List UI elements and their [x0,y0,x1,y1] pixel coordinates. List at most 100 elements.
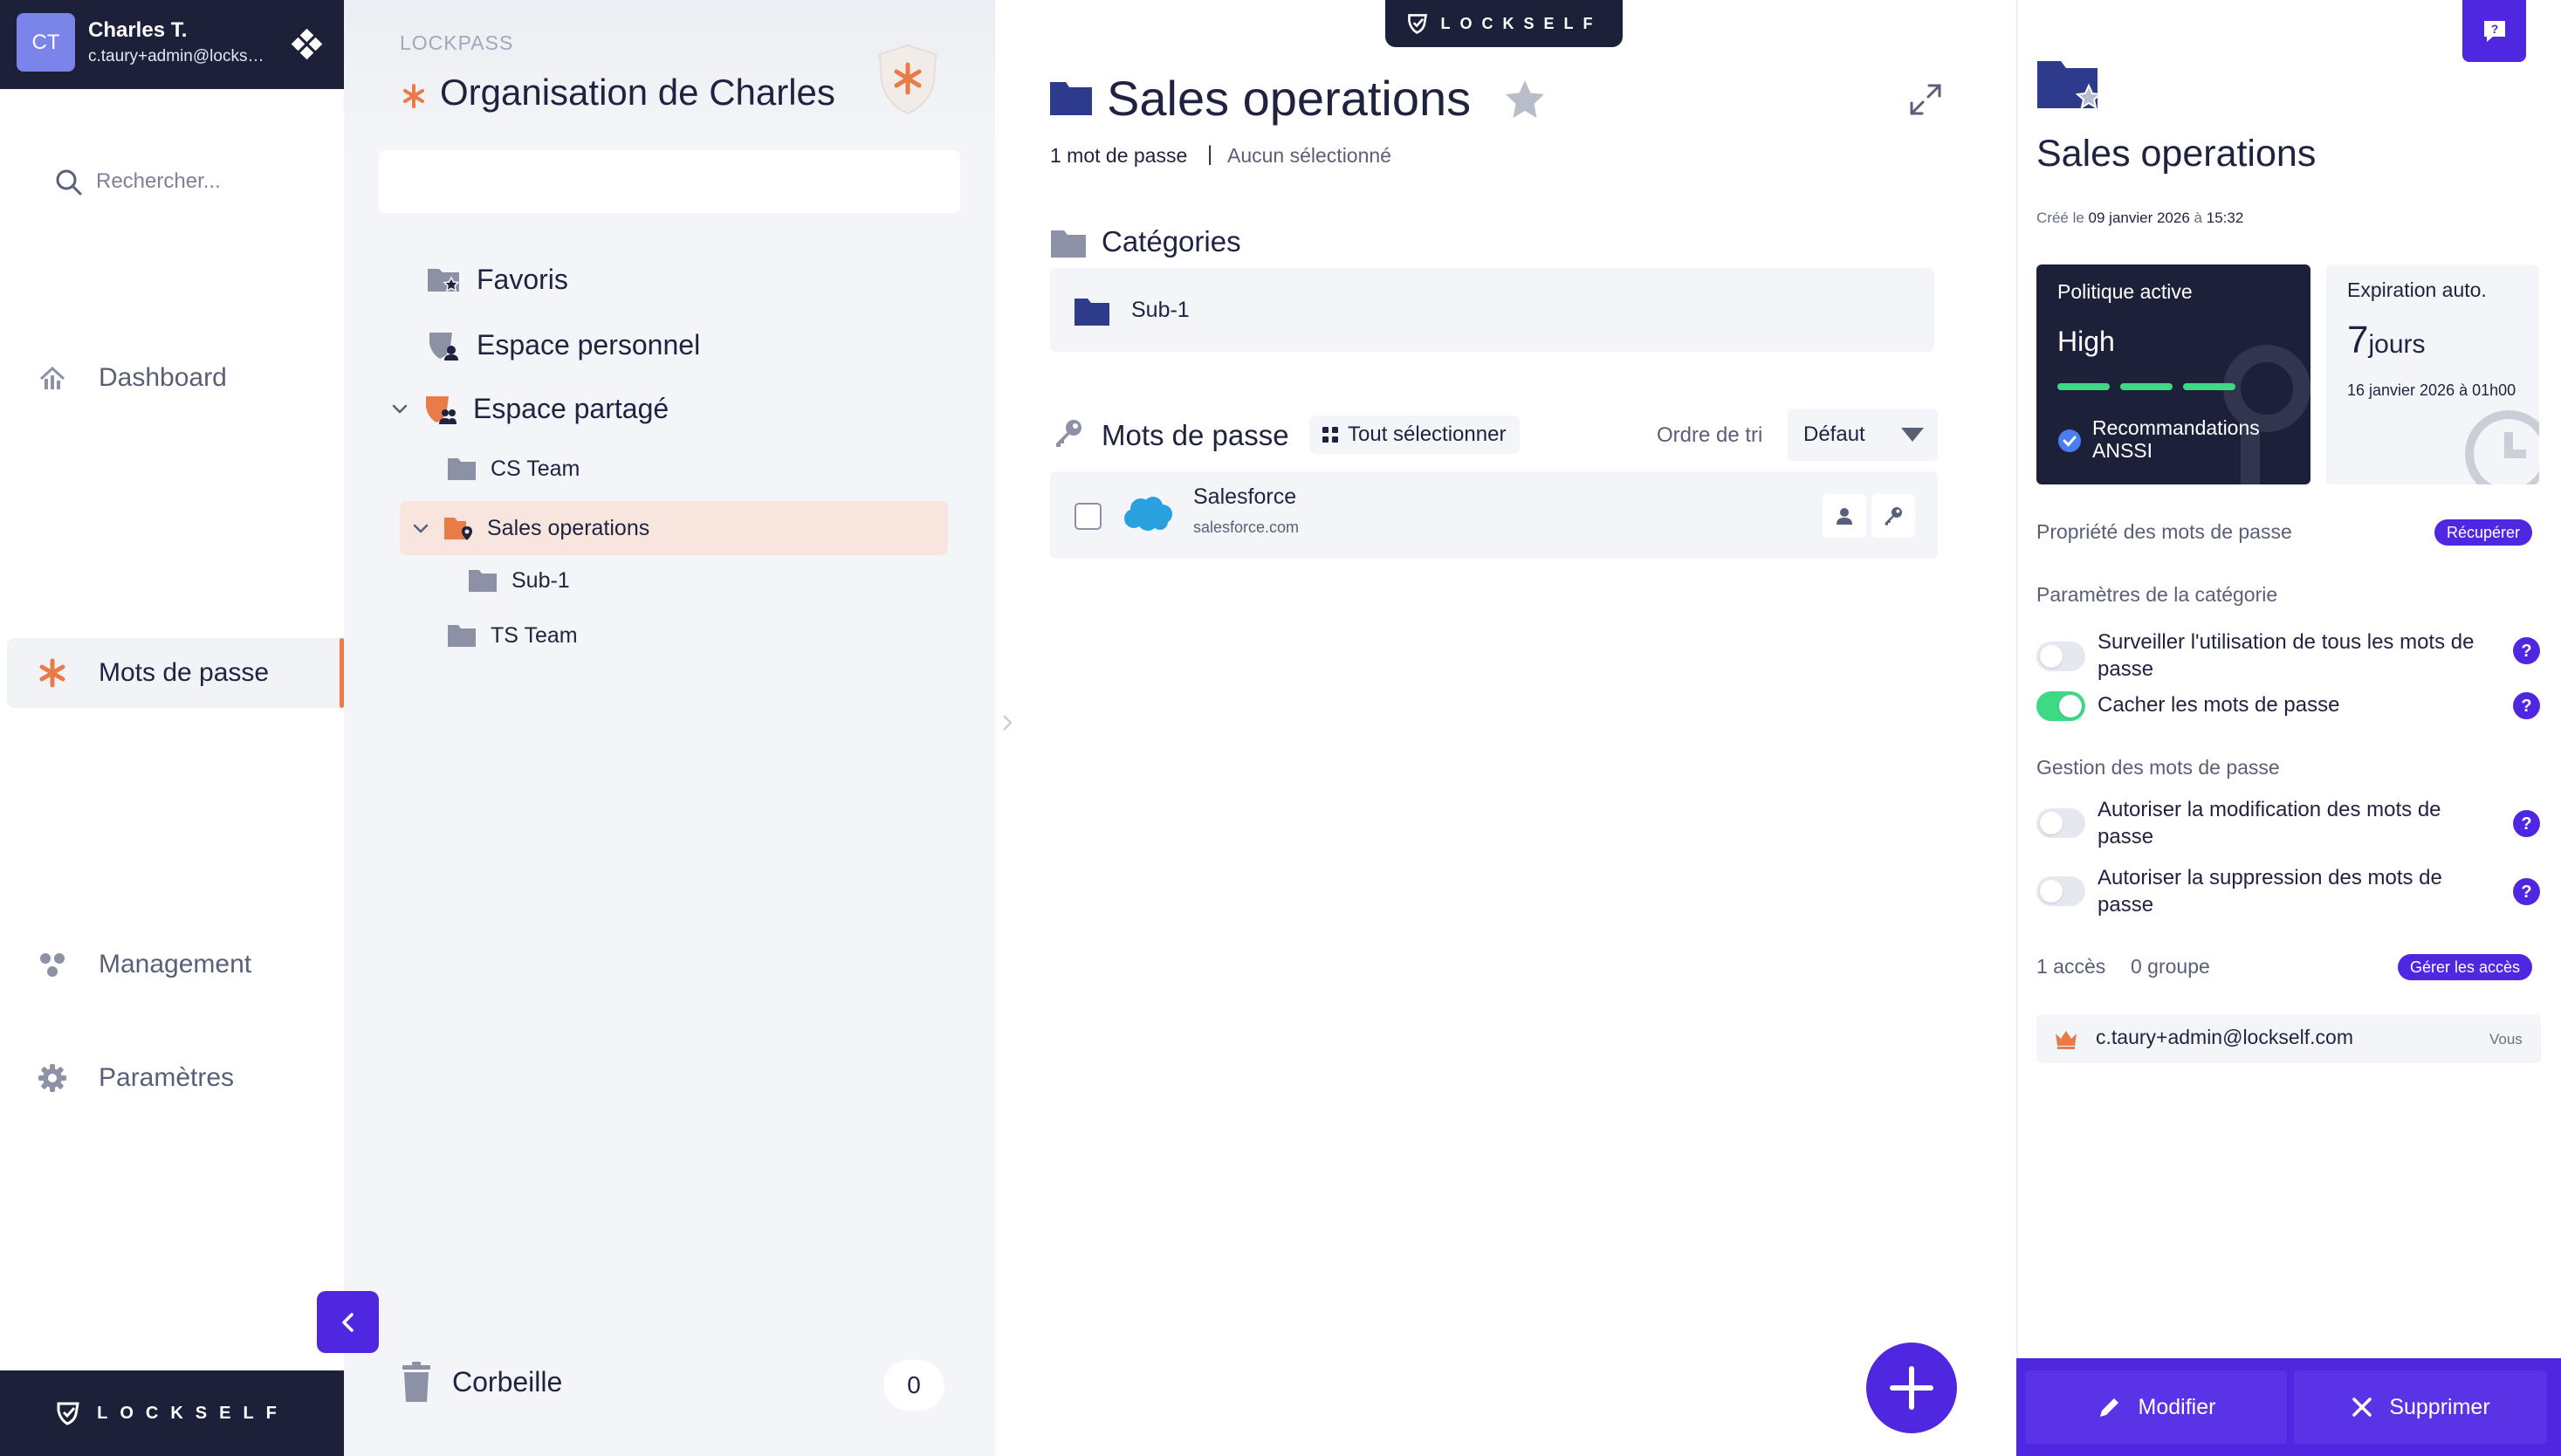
nav-item-management[interactable]: Management [7,930,344,999]
app-switcher-icon[interactable] [291,28,324,61]
collapse-sidebar-button[interactable] [317,1291,379,1353]
copy-username-button[interactable] [1823,494,1866,538]
expiry-label: Expiration auto. [2347,278,2487,301]
key-decoration-icon [2180,336,2310,484]
tree-item-sales-operations[interactable]: Sales operations [400,501,948,555]
tree-label: CS Team [491,456,580,481]
nav-item-settings[interactable]: Paramètres [7,1043,344,1113]
folder-icon [1074,297,1110,326]
monitor-usage-toggle[interactable] [2036,642,2085,671]
tree-item-cs-team[interactable]: CS Team [447,456,580,482]
expiry-value: 7jours [2347,319,2426,362]
created-at: à [2194,209,2203,226]
chevron-right-icon[interactable] [999,712,1016,733]
allow-delete-label: Autoriser la suppression des mots de pas… [2098,866,2442,917]
tree-item-sub-1[interactable]: Sub-1 [468,567,570,594]
brand-footer: LOCKSELF [0,1370,344,1456]
shared-space-icon [422,391,457,426]
asterisk-icon [400,82,428,110]
policy-card: Politique active High Recommandations AN… [2036,264,2310,484]
category-label[interactable]: Sub-1 [1131,298,1190,323]
chevron-down-icon[interactable] [410,518,431,539]
top-brand-tab: LOCKSELF [1385,0,1623,47]
member-tag: Vous [2489,1031,2523,1047]
management-icon [36,948,69,981]
expand-icon[interactable] [1908,82,1943,117]
tree-item-espace-personnel[interactable]: Espace personnel [426,327,700,362]
select-all-button[interactable]: Tout sélectionner [1309,416,1521,454]
salesforce-logo-icon [1122,491,1174,537]
nav-item-passwords[interactable]: Mots de passe [7,638,344,708]
lockself-logo-icon [55,1400,81,1426]
created-time: 15:32 [2206,209,2244,226]
trash-label: Corbeille [452,1365,563,1398]
star-icon[interactable] [1501,77,1548,124]
nav-item-dashboard[interactable]: Dashboard [7,343,344,413]
password-checkbox[interactable] [1075,503,1102,530]
strength-bar [2120,383,2173,390]
user-card[interactable]: CT Charles T. c.taury+admin@lockself.com [0,0,344,89]
password-management-label: Gestion des mots de passe [2036,756,2280,779]
help-icon[interactable]: ? [2512,809,2541,838]
help-icon[interactable]: ? [2512,636,2541,665]
hide-passwords-toggle[interactable] [2036,691,2085,721]
lockself-logo-icon [1406,12,1429,35]
edit-button[interactable]: Modifier [2025,1370,2287,1444]
folder-location-icon [443,515,473,541]
expiry-unit: jours [2368,330,2426,359]
copy-password-button[interactable] [1871,494,1915,538]
policy-strength-bars [2057,383,2235,390]
help-button[interactable]: ? [2462,0,2526,62]
tree-label: Espace partagé [473,392,669,424]
favorite-folder-icon [2036,59,2106,117]
select-all-label: Tout sélectionner [1348,422,1507,446]
sort-select[interactable]: Défaut [1788,409,1938,461]
svg-text:?: ? [2521,814,2531,834]
password-row[interactable] [1050,471,1938,559]
nav-label-dashboard: Dashboard [99,363,227,392]
user-name: Charles T. [88,18,188,42]
folder-icon [447,456,477,482]
allow-delete-toggle[interactable] [2036,876,2085,906]
search-icon [54,168,84,197]
group-count: 0 groupe [2131,955,2210,978]
key-icon [1053,417,1084,449]
grid-icon [1322,426,1339,443]
check-badge-icon [2057,429,2082,453]
chevron-left-icon [335,1309,361,1336]
delete-button[interactable]: Supprimer [2294,1370,2547,1444]
property-label: Propriété des mots de passe [2036,520,2292,543]
access-count: 1 accès [2036,955,2106,978]
plus-icon [1887,1363,1936,1412]
expiry-card: Expiration auto. 7jours 16 janvier 2026 … [2326,264,2539,484]
allow-edit-toggle[interactable] [2036,808,2085,838]
recover-button[interactable]: Récupérer [2434,519,2533,546]
policy-recommendation: Recommandations ANSSI [2092,416,2260,462]
tree-label: Espace personnel [477,328,701,361]
brand-wordmark: LOCKSELF [97,1403,289,1423]
tree-item-ts-team[interactable]: TS Team [447,622,578,649]
separator: | [1207,142,1213,166]
app-name: LOCKPASS [400,31,514,54]
folder-icon [1049,80,1093,117]
add-button[interactable] [1866,1343,1957,1433]
svg-text:?: ? [2521,883,2531,902]
search-input[interactable] [96,166,585,197]
folder-tree-panel: LOCKPASS Organisation de Charles [344,0,995,1456]
chevron-down-icon[interactable] [389,398,410,419]
help-icon[interactable]: ? [2512,877,2541,906]
tree-label: Sub-1 [512,567,570,593]
strength-bar [2183,383,2235,390]
tree-item-espace-partage[interactable]: Espace partagé [389,391,669,426]
tree-item-favoris[interactable]: Favoris [426,262,568,297]
expiry-number: 7 [2347,319,2369,361]
manage-access-button[interactable]: Gérer les accès [2398,954,2533,980]
trash-item[interactable]: Corbeille [402,1362,562,1402]
avatar: CT [17,13,75,72]
expiry-date: 16 janvier 2026 à 01h00 [2347,381,2516,399]
details-title: Sales operations [2036,133,2317,175]
svg-text:?: ? [2521,697,2531,716]
folder-icon [1050,229,1087,258]
help-icon[interactable]: ? [2512,691,2541,720]
created-prefix: Créé le [2036,209,2084,226]
